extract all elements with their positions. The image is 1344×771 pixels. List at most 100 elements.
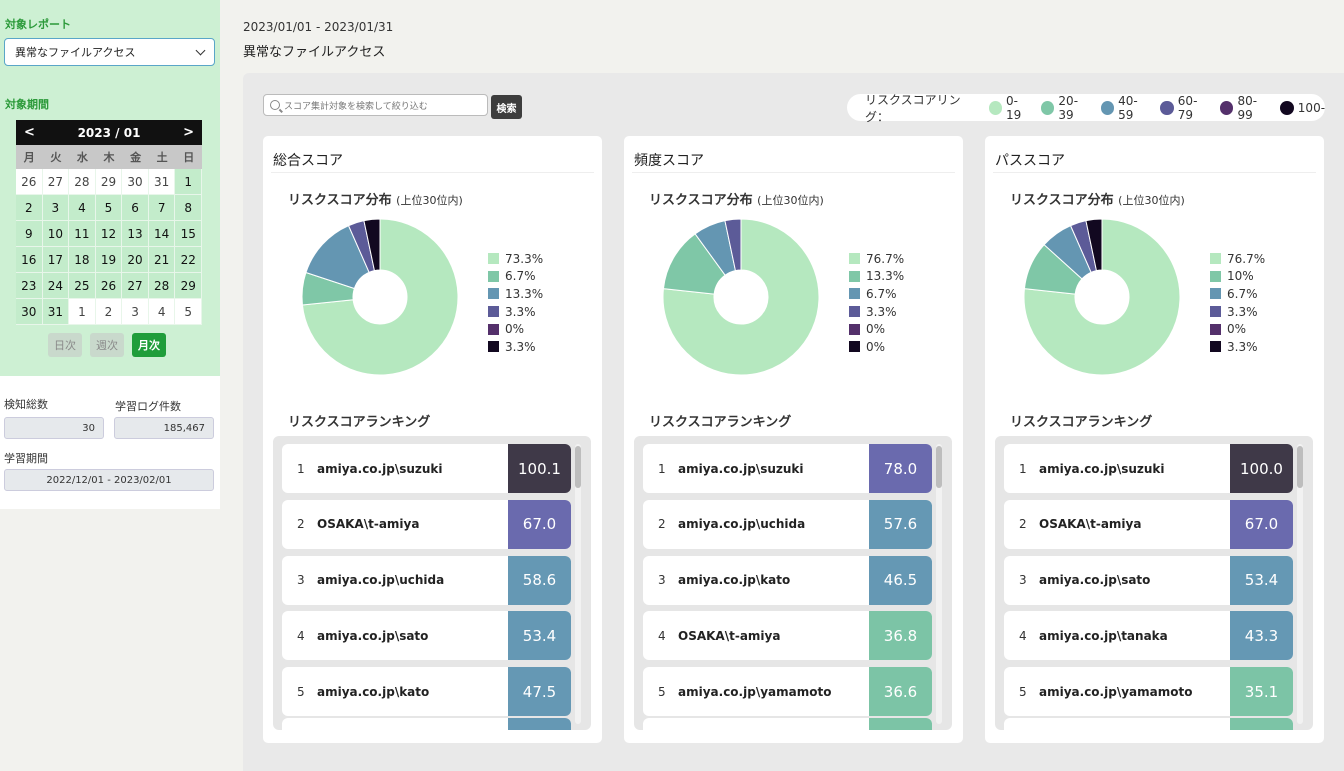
rank-score: 47.5 bbox=[508, 667, 571, 717]
calendar-day[interactable]: 4 bbox=[148, 299, 176, 325]
calendar-day[interactable]: 5 bbox=[95, 195, 123, 221]
legend-title: リスクスコアリング： bbox=[865, 92, 961, 124]
calendar-day[interactable]: 26 bbox=[95, 273, 123, 299]
calendar-day[interactable]: 27 bbox=[42, 169, 70, 195]
ranking-row[interactable]: 2 amiya.co.jp\uchida 57.6 bbox=[643, 499, 932, 549]
calendar-day[interactable]: 21 bbox=[148, 247, 176, 273]
ranking-row[interactable]: 1 amiya.co.jp\suzuki 78.0 bbox=[643, 444, 932, 493]
calendar-day[interactable]: 1 bbox=[175, 169, 202, 195]
chevron-left-icon[interactable]: < bbox=[24, 125, 35, 140]
ranking-row[interactable]: 1 amiya.co.jp\suzuki 100.1 bbox=[282, 444, 571, 493]
learn-period-value: 2022/12/01 - 2023/02/01 bbox=[4, 469, 214, 491]
calendar-day[interactable]: 4 bbox=[69, 195, 96, 221]
scrollbar-thumb[interactable] bbox=[575, 446, 581, 488]
rank-user-name: amiya.co.jp\yamamoto bbox=[1039, 684, 1193, 699]
distribution-legend-row: 76.7% bbox=[849, 250, 904, 268]
scrollbar-thumb[interactable] bbox=[1297, 446, 1303, 488]
calendar-day[interactable]: 31 bbox=[148, 169, 176, 195]
calendar-day[interactable]: 31 bbox=[42, 299, 70, 325]
search-button[interactable]: 検索 bbox=[491, 95, 522, 119]
rank-user-name: amiya.co.jp\sato bbox=[317, 628, 429, 643]
swatch-icon bbox=[488, 253, 499, 265]
calendar-day[interactable]: 27 bbox=[122, 273, 149, 299]
ranking-row[interactable]: 1 amiya.co.jp\suzuki 100.0 bbox=[1004, 444, 1293, 493]
calendar-day[interactable]: 2 bbox=[95, 299, 123, 325]
calendar-day[interactable]: 22 bbox=[175, 247, 202, 273]
period-mode-button[interactable]: 週次 bbox=[90, 333, 124, 357]
calendar-day[interactable]: 5 bbox=[175, 299, 202, 325]
calendar-day[interactable]: 28 bbox=[148, 273, 176, 299]
rank-number: 2 bbox=[658, 517, 666, 532]
period-mode-button[interactable]: 日次 bbox=[48, 333, 82, 357]
rank-score: 100.1 bbox=[508, 444, 571, 493]
calendar-day[interactable]: 15 bbox=[175, 221, 202, 247]
risk-distribution-donut bbox=[1023, 218, 1181, 376]
legend-item: 40-59 bbox=[1100, 94, 1152, 122]
calendar-day[interactable]: 28 bbox=[69, 169, 96, 195]
calendar-day[interactable]: 13 bbox=[122, 221, 149, 247]
calendar-day[interactable]: 16 bbox=[16, 247, 43, 273]
calendar-day[interactable]: 10 bbox=[42, 221, 70, 247]
ranking-row[interactable]: 3 amiya.co.jp\sato 53.4 bbox=[1004, 555, 1293, 605]
calendar-day[interactable]: 3 bbox=[122, 299, 149, 325]
report-select[interactable]: 異常なファイルアクセス bbox=[4, 38, 215, 66]
calendar-day[interactable]: 25 bbox=[69, 273, 96, 299]
ranking-row[interactable]: 5 amiya.co.jp\yamamoto 36.6 bbox=[643, 667, 932, 717]
rank-number: 5 bbox=[297, 684, 305, 699]
legend-label: 20-39 bbox=[1058, 93, 1079, 122]
calendar-day[interactable]: 3 bbox=[42, 195, 70, 221]
learn-period-label: 学習期間 bbox=[4, 452, 48, 465]
calendar-day[interactable]: 23 bbox=[16, 273, 43, 299]
legend-dot-icon bbox=[1279, 100, 1294, 115]
ranking-row[interactable]: 5 amiya.co.jp\yamamoto 35.1 bbox=[1004, 667, 1293, 717]
search-input[interactable]: スコア集計対象を検索して絞り込む bbox=[263, 94, 488, 116]
calendar-day[interactable]: 29 bbox=[175, 273, 202, 299]
rank-user-name: amiya.co.jp\suzuki bbox=[678, 461, 804, 476]
swatch-icon bbox=[488, 341, 499, 353]
calendar-day[interactable]: 30 bbox=[122, 169, 149, 195]
calendar-day[interactable]: 24 bbox=[42, 273, 70, 299]
ranking-row[interactable]: 2 OSAKA\t-amiya 67.0 bbox=[1004, 499, 1293, 549]
rank-number: 3 bbox=[297, 573, 305, 588]
calendar-day[interactable]: 6 bbox=[122, 195, 149, 221]
ranking-list[interactable]: 1 amiya.co.jp\suzuki 78.0 2 amiya.co.jp\uchi… bbox=[634, 436, 952, 730]
sidebar-filter-area: 対象レポート 異常なファイルアクセス 対象期間 < 2023 / 01 > 月 火… bbox=[0, 0, 220, 376]
calendar-day[interactable]: 8 bbox=[175, 195, 202, 221]
calendar-day[interactable]: 20 bbox=[122, 247, 149, 273]
distribution-legend-row: 13.3% bbox=[488, 285, 543, 303]
distribution-percent: 3.3% bbox=[505, 339, 536, 354]
calendar-day[interactable]: 17 bbox=[42, 247, 70, 273]
swatch-icon bbox=[849, 341, 860, 353]
calendar-day[interactable]: 2 bbox=[16, 195, 43, 221]
ranking-row[interactable]: 5 amiya.co.jp\kato 47.5 bbox=[282, 667, 571, 717]
divider bbox=[632, 172, 955, 173]
calendar-day[interactable]: 7 bbox=[148, 195, 176, 221]
calendar-day[interactable]: 30 bbox=[16, 299, 43, 325]
calendar-day[interactable]: 26 bbox=[16, 169, 43, 195]
ranking-list[interactable]: 1 amiya.co.jp\suzuki 100.1 2 OSAKA\t-amiya 67… bbox=[273, 436, 591, 730]
ranking-list[interactable]: 1 amiya.co.jp\suzuki 100.0 2 OSAKA\t-amiya 67… bbox=[995, 436, 1313, 730]
calendar-day[interactable]: 18 bbox=[69, 247, 96, 273]
weekday-label: 金 bbox=[130, 151, 142, 164]
chevron-right-icon[interactable]: > bbox=[183, 125, 194, 140]
ranking-row[interactable]: 4 amiya.co.jp\tanaka 43.3 bbox=[1004, 611, 1293, 661]
calendar-day[interactable]: 29 bbox=[95, 169, 123, 195]
calendar-day[interactable]: 12 bbox=[95, 221, 123, 247]
calendar-day[interactable]: 11 bbox=[69, 221, 96, 247]
ranking-row[interactable]: 3 amiya.co.jp\uchida 58.6 bbox=[282, 555, 571, 605]
calendar-day[interactable]: 14 bbox=[148, 221, 176, 247]
weekday-label: 木 bbox=[103, 151, 115, 164]
calendar-day[interactable]: 1 bbox=[69, 299, 96, 325]
ranking-row[interactable]: 3 amiya.co.jp\kato 46.5 bbox=[643, 555, 932, 605]
period-mode-button[interactable]: 月次 bbox=[132, 333, 166, 357]
distribution-percent: 76.7% bbox=[866, 251, 905, 266]
calendar-day[interactable]: 19 bbox=[95, 247, 123, 273]
scrollbar-thumb[interactable] bbox=[936, 446, 942, 488]
legend-dot-icon bbox=[1100, 100, 1115, 115]
weekday-label: 土 bbox=[156, 151, 168, 164]
distribution-title-text: リスクスコア分布 bbox=[1010, 193, 1114, 208]
calendar-day[interactable]: 9 bbox=[16, 221, 43, 247]
ranking-row[interactable]: 4 amiya.co.jp\sato 53.4 bbox=[282, 611, 571, 661]
ranking-row[interactable]: 2 OSAKA\t-amiya 67.0 bbox=[282, 499, 571, 549]
ranking-row[interactable]: 4 OSAKA\t-amiya 36.8 bbox=[643, 611, 932, 661]
